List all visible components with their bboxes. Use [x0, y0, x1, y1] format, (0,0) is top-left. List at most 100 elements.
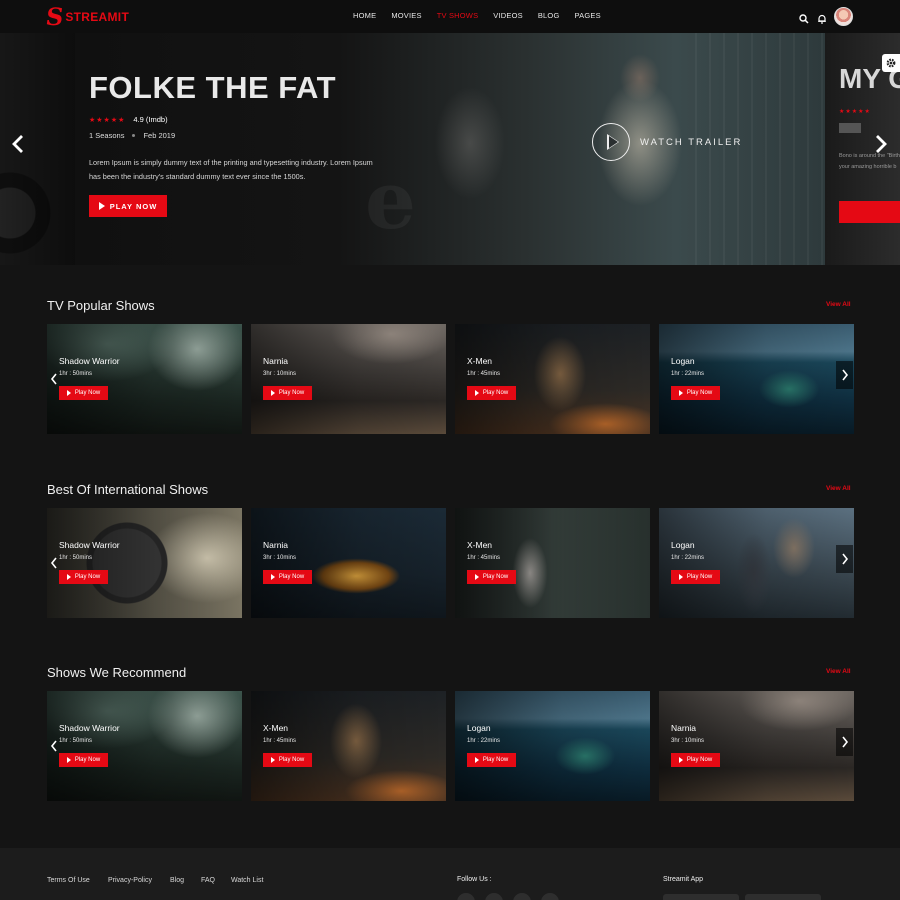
nav-home[interactable]: HOME	[353, 11, 376, 20]
gear-icon[interactable]	[882, 54, 900, 72]
show-card[interactable]: X-Men 1hr : 45mins Play Now	[251, 691, 446, 801]
card-play-button[interactable]: Play Now	[263, 753, 312, 767]
twitter-icon[interactable]	[485, 893, 503, 900]
footer-link-privacy[interactable]: Privacy-Policy	[108, 877, 152, 884]
card-play-label: Play Now	[482, 574, 509, 580]
card-title: Shadow Warrior	[59, 356, 120, 366]
nav-tv-shows[interactable]: TV SHOWS	[437, 11, 479, 20]
play-icon	[474, 757, 479, 763]
row-prev-arrow[interactable]	[48, 551, 60, 575]
next-slide-stars: ★★★★★	[839, 109, 871, 115]
play-icon	[270, 757, 275, 763]
nav-videos[interactable]: VIDEOS	[493, 11, 523, 20]
rating-value: 4.9 (Imdb)	[133, 115, 168, 124]
hero-description: Lorem Ipsum is simply dummy text of the …	[89, 158, 373, 181]
app-title: Streamit App	[663, 876, 704, 883]
avatar[interactable]	[834, 7, 853, 26]
view-all-link[interactable]: View All	[826, 668, 851, 675]
next-slide-badge	[839, 123, 861, 133]
play-icon	[678, 574, 683, 580]
nav-blog[interactable]: BLOG	[538, 11, 560, 20]
card-play-button[interactable]: Play Now	[671, 570, 720, 584]
card-play-label: Play Now	[74, 574, 101, 580]
nav-movies[interactable]: MOVIES	[391, 11, 421, 20]
show-card[interactable]: Narnia 3hr : 10mins Play Now	[251, 324, 446, 434]
row-next-arrow[interactable]	[836, 545, 853, 573]
section-title: TV Popular Shows	[47, 298, 155, 313]
play-icon	[678, 390, 683, 396]
card-title: Logan	[467, 723, 491, 733]
hero-play-button[interactable]: PLAY NOW	[89, 195, 167, 217]
card-play-button[interactable]: Play Now	[263, 570, 312, 584]
card-play-button[interactable]: Play Now	[263, 386, 312, 400]
watch-trailer-button[interactable]: WATCH TRAILER	[592, 123, 742, 161]
card-title: X-Men	[467, 356, 493, 366]
row-prev-arrow[interactable]	[48, 367, 60, 391]
next-slide-play-button[interactable]	[839, 201, 900, 223]
card-title: X-Men	[467, 540, 493, 550]
hero-meta-row: 1 Seasons Feb 2019	[89, 131, 175, 140]
footer-link-terms[interactable]: Terms Of Use	[47, 877, 90, 884]
show-card[interactable]: X-Men 1hr : 45mins Play Now	[455, 324, 650, 434]
separator-dot	[132, 134, 136, 137]
card-duration: 3hr : 10mins	[263, 371, 297, 377]
card-play-label: Play Now	[686, 757, 713, 763]
hero-prev-arrow[interactable]	[11, 133, 25, 155]
hero-play-label: PLAY NOW	[109, 201, 158, 211]
search-icon[interactable]	[799, 11, 809, 24]
logo[interactable]: S STREAMIT	[44, 2, 129, 31]
show-card[interactable]: Shadow Warrior 1hr : 50mins Play Now	[47, 508, 242, 618]
logo-letter: S	[44, 2, 66, 31]
card-play-button[interactable]: Play Now	[59, 753, 108, 767]
show-card[interactable]: Narnia 3hr : 10mins Play Now	[251, 508, 446, 618]
card-play-label: Play Now	[74, 757, 101, 763]
card-title: Shadow Warrior	[59, 540, 120, 550]
card-duration: 1hr : 45mins	[263, 738, 297, 744]
card-play-label: Play Now	[686, 390, 713, 396]
card-duration: 1hr : 45mins	[467, 371, 501, 377]
footer-link-faq[interactable]: FAQ	[201, 877, 215, 884]
play-icon	[270, 574, 275, 580]
show-card[interactable]: Shadow Warrior 1hr : 50mins Play Now	[47, 324, 242, 434]
card-duration: 1hr : 50mins	[59, 555, 93, 561]
card-title: Logan	[671, 356, 695, 366]
card-play-label: Play Now	[278, 574, 305, 580]
card-title: Narnia	[263, 540, 289, 550]
footer: Terms Of Use Privacy-Policy Blog FAQ Wat…	[0, 848, 900, 900]
card-play-button[interactable]: Play Now	[671, 753, 720, 767]
card-play-button[interactable]: Play Now	[467, 386, 516, 400]
row-next-arrow[interactable]	[836, 728, 853, 756]
play-icon	[474, 390, 479, 396]
footer-link-blog[interactable]: Blog	[170, 877, 184, 884]
card-duration: 3hr : 10mins	[671, 738, 705, 744]
bell-icon[interactable]	[817, 11, 827, 24]
card-duration: 1hr : 22mins	[467, 738, 501, 744]
top-header: S STREAMIT HOME MOVIES TV SHOWS VIDEOS B…	[0, 0, 900, 33]
show-card[interactable]: Logan 1hr : 22mins Play Now	[455, 691, 650, 801]
instagram-icon[interactable]	[513, 893, 531, 900]
show-card[interactable]: X-Men 1hr : 45mins Play Now	[455, 508, 650, 618]
show-card[interactable]: Logan 1hr : 22mins Play Now	[659, 508, 854, 618]
watch-trailer-label: WATCH TRAILER	[640, 136, 743, 148]
show-card[interactable]: Narnia 3hr : 10mins Play Now	[659, 691, 854, 801]
card-play-button[interactable]: Play Now	[59, 570, 108, 584]
show-card[interactable]: Shadow Warrior 1hr : 50mins Play Now	[47, 691, 242, 801]
view-all-link[interactable]: View All	[826, 301, 851, 308]
row-prev-arrow[interactable]	[48, 734, 60, 758]
play-store-button[interactable]	[663, 894, 739, 900]
show-card[interactable]: Logan 1hr : 22mins Play Now	[659, 324, 854, 434]
nav-pages[interactable]: PAGES	[575, 11, 601, 20]
hero-next-arrow[interactable]	[874, 133, 888, 155]
footer-link-watch-list[interactable]: Watch List	[231, 877, 263, 884]
app-store-button[interactable]	[745, 894, 821, 900]
card-play-button[interactable]: Play Now	[467, 753, 516, 767]
card-play-button[interactable]: Play Now	[467, 570, 516, 584]
card-play-button[interactable]: Play Now	[671, 386, 720, 400]
hero-rating-row: ★★★★★ 4.9 (Imdb)	[89, 115, 168, 124]
row-next-arrow[interactable]	[836, 361, 853, 389]
card-play-button[interactable]: Play Now	[59, 386, 108, 400]
view-all-link[interactable]: View All	[826, 485, 851, 492]
youtube-icon[interactable]	[541, 893, 559, 900]
facebook-icon[interactable]	[457, 893, 475, 900]
next-slide-text: Bono is around the "Birthday" of your am…	[839, 153, 900, 170]
